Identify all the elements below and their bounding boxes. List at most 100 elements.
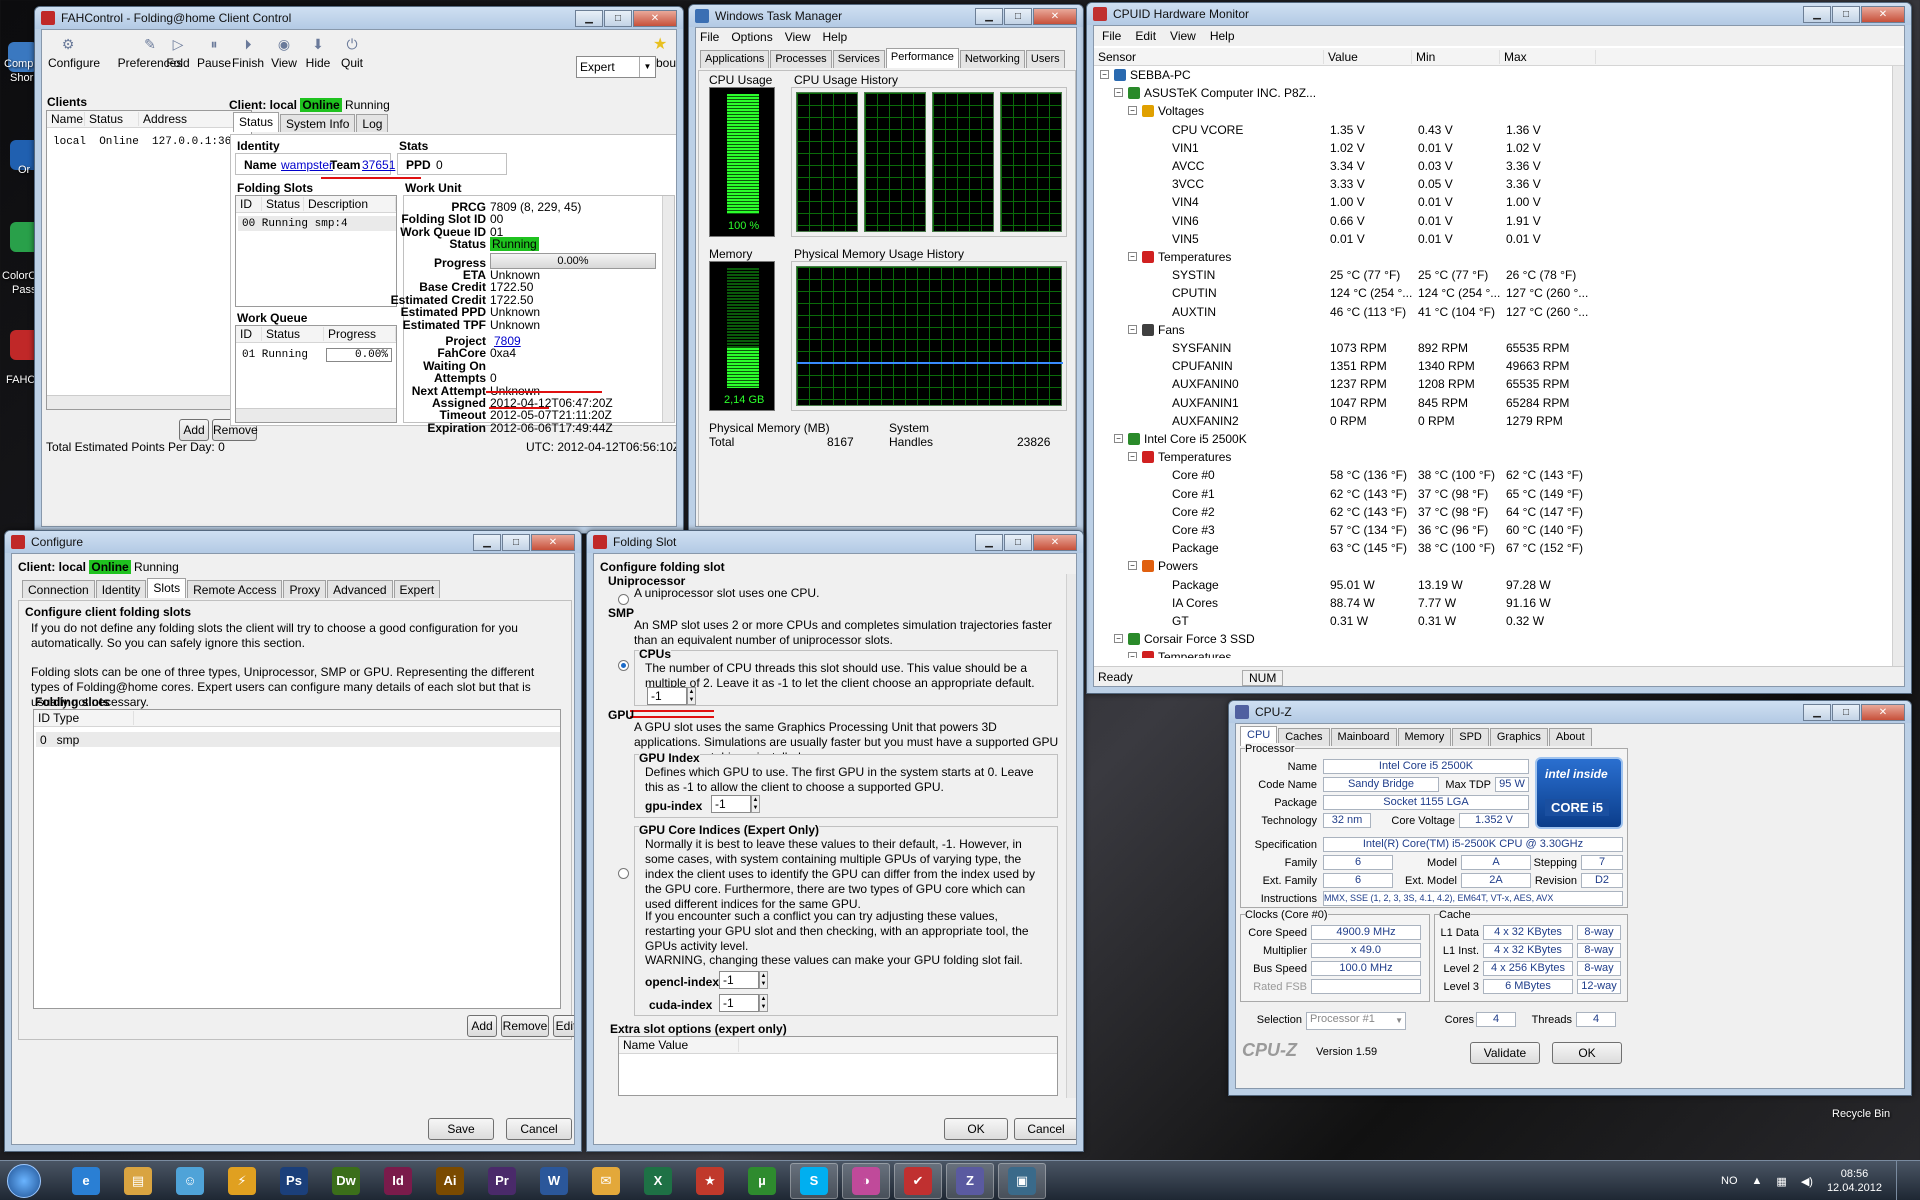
maximize-button[interactable]: □ bbox=[1004, 533, 1032, 551]
taskbar-app-utorrent[interactable]: µ bbox=[738, 1163, 786, 1199]
col-description[interactable]: Description bbox=[304, 197, 396, 211]
tab-spd[interactable]: SPD bbox=[1452, 728, 1489, 746]
folding-slots-list[interactable]: ID Status Description 00 Running smp:4 bbox=[235, 195, 397, 307]
client-row[interactable]: local Online 127.0.0.1:36330 bbox=[49, 134, 251, 149]
sensor-row[interactable]: − Temperatures bbox=[1094, 650, 1874, 658]
taskbar-app-paint[interactable]: ◑ bbox=[842, 1162, 890, 1199]
folding-slots-list[interactable]: ID Type 0 smp bbox=[33, 709, 561, 1009]
menu-file[interactable]: File bbox=[1102, 29, 1121, 43]
col-id-type[interactable]: ID Type bbox=[34, 711, 134, 725]
col-progress[interactable]: Progress bbox=[324, 327, 396, 341]
queue-row[interactable]: 01 Running 0.00% bbox=[238, 347, 392, 362]
processor-select[interactable]: Processor #1 ▼ bbox=[1306, 1012, 1406, 1030]
tab-networking[interactable]: Networking bbox=[959, 50, 1025, 68]
extra-options-list[interactable]: Name Value bbox=[618, 1036, 1058, 1096]
tab-about[interactable]: About bbox=[1548, 728, 1592, 746]
maximize-button[interactable]: □ bbox=[502, 533, 530, 551]
sensor-row[interactable]: − Temperatures bbox=[1094, 450, 1874, 468]
taskbar-app-illustrator[interactable]: Ai bbox=[426, 1163, 474, 1199]
taskbar-app-winamp[interactable]: ⚡ bbox=[218, 1163, 266, 1199]
expand-toggle-icon[interactable]: − bbox=[1128, 252, 1137, 261]
taskbar-app-skype[interactable]: S bbox=[790, 1162, 838, 1199]
add-client-button[interactable]: Add bbox=[179, 419, 209, 441]
sensor-row[interactable]: GT 0.31 W 0.31 W 0.32 W bbox=[1094, 614, 1874, 632]
taskbar-app-indesign[interactable]: Id bbox=[374, 1163, 422, 1199]
sensor-row[interactable]: AUXFANIN1 1047 RPM 845 RPM 65284 RPM bbox=[1094, 396, 1874, 414]
taskbar-app-messenger[interactable]: ☺ bbox=[166, 1163, 214, 1199]
col-status[interactable]: Status bbox=[85, 112, 139, 126]
vertical-scrollbar[interactable] bbox=[1892, 66, 1904, 666]
show-desktop-button[interactable] bbox=[1896, 1161, 1908, 1200]
name-link[interactable]: wampster bbox=[281, 158, 333, 172]
sensor-row[interactable]: CPUFANIN 1351 RPM 1340 RPM 49663 RPM bbox=[1094, 359, 1874, 377]
sensor-row[interactable]: Core #1 62 °C (143 °F) 37 °C (98 °F) 65 °C … bbox=[1094, 487, 1874, 505]
cuda-index-input[interactable]: -1 bbox=[719, 994, 759, 1012]
taskbar-app-outlook[interactable]: ✉ bbox=[582, 1163, 630, 1199]
horizontal-scrollbar[interactable] bbox=[47, 395, 251, 409]
tab-log[interactable]: Log bbox=[356, 114, 389, 132]
cancel-button[interactable]: Cancel bbox=[1014, 1118, 1076, 1140]
menu-view[interactable]: View bbox=[1170, 29, 1196, 43]
taskbar-app-cpuz[interactable]: Z bbox=[946, 1162, 994, 1199]
menu-options[interactable]: Options bbox=[731, 30, 772, 44]
toolbar-finish-button[interactable]: ⏵ Finish bbox=[228, 36, 268, 70]
expand-toggle-icon[interactable]: − bbox=[1100, 70, 1109, 79]
col-max[interactable]: Max bbox=[1500, 49, 1596, 64]
clock[interactable]: 08:56 12.04.2012 bbox=[1827, 1167, 1882, 1195]
sensor-row[interactable]: − SEBBA-PC bbox=[1094, 68, 1874, 86]
sensor-row[interactable]: Core #2 62 °C (143 °F) 37 °C (98 °F) 64 °C … bbox=[1094, 505, 1874, 523]
ok-button[interactable]: OK bbox=[944, 1118, 1008, 1140]
taskbar-app-ie[interactable]: e bbox=[62, 1163, 110, 1199]
tab-users[interactable]: Users bbox=[1025, 50, 1065, 68]
toolbar-configure-button[interactable]: ⚙ Configure bbox=[48, 36, 100, 70]
close-button[interactable]: ✕ bbox=[1861, 703, 1905, 721]
sensor-row[interactable]: − Intel Core i5 2500K bbox=[1094, 432, 1874, 450]
taskbar-app-fahcontrol[interactable]: ✔ bbox=[894, 1162, 942, 1199]
validate-button[interactable]: Validate bbox=[1470, 1042, 1540, 1064]
sensor-row[interactable]: VIN4 1.00 V 0.01 V 1.00 V bbox=[1094, 195, 1874, 213]
col-sensor[interactable]: Sensor bbox=[1094, 49, 1324, 64]
sensor-row[interactable]: VIN5 0.01 V 0.01 V 0.01 V bbox=[1094, 232, 1874, 250]
col-name-value[interactable]: Name Value bbox=[619, 1038, 739, 1052]
sensor-row[interactable]: − Temperatures bbox=[1094, 250, 1874, 268]
uniprocessor-radio[interactable] bbox=[618, 594, 629, 605]
close-button[interactable]: ✕ bbox=[1033, 533, 1077, 551]
taskbar-app-photoshop[interactable]: Ps bbox=[270, 1163, 318, 1199]
tab-graphics[interactable]: Graphics bbox=[1489, 728, 1548, 746]
tab-slots[interactable]: Slots bbox=[147, 578, 187, 598]
taskbar-app-poker[interactable]: ★ bbox=[686, 1163, 734, 1199]
vertical-scrollbar[interactable] bbox=[662, 196, 674, 422]
cancel-button[interactable]: Cancel bbox=[506, 1118, 572, 1140]
chevron-down-icon[interactable]: ▼ bbox=[639, 57, 655, 77]
cpus-input[interactable]: -1 bbox=[647, 687, 687, 705]
smp-radio[interactable] bbox=[618, 660, 629, 671]
expand-toggle-icon[interactable]: − bbox=[1114, 634, 1123, 644]
expand-toggle-icon[interactable]: − bbox=[1128, 106, 1137, 116]
cuda-index-spinner[interactable]: ▲ ▼ bbox=[759, 994, 768, 1012]
sensor-row[interactable]: Core #0 58 °C (136 °F) 38 °C (100 °F) 62 °C… bbox=[1094, 468, 1874, 486]
sensor-row[interactable]: AVCC 3.34 V 0.03 V 3.36 V bbox=[1094, 159, 1874, 177]
close-button[interactable]: ✕ bbox=[531, 533, 575, 551]
sensor-row[interactable]: SYSTIN 25 °C (77 °F) 25 °C (77 °F) 26 °C (7… bbox=[1094, 268, 1874, 286]
minimize-button[interactable]: ▁ bbox=[975, 7, 1003, 25]
volume-icon[interactable]: ◀) bbox=[1801, 1175, 1813, 1188]
tab-advanced[interactable]: Advanced bbox=[327, 580, 393, 598]
expand-toggle-icon[interactable]: − bbox=[1114, 434, 1123, 443]
start-button[interactable] bbox=[0, 1161, 48, 1200]
minimize-button[interactable]: ▁ bbox=[1803, 5, 1831, 23]
menu-edit[interactable]: Edit bbox=[1135, 29, 1156, 43]
maximize-button[interactable]: □ bbox=[1832, 703, 1860, 721]
cpus-spinner[interactable]: ▲ ▼ bbox=[687, 687, 696, 705]
tab-mainboard[interactable]: Mainboard bbox=[1330, 728, 1397, 746]
col-value[interactable]: Value bbox=[1324, 49, 1412, 64]
taskbar-app-dreamweaver[interactable]: Dw bbox=[322, 1163, 370, 1199]
horizontal-scrollbar[interactable] bbox=[236, 408, 396, 422]
sensor-row[interactable]: − Fans bbox=[1094, 323, 1874, 341]
col-id[interactable]: ID bbox=[236, 197, 262, 211]
sensor-row[interactable]: VIN6 0.66 V 0.01 V 1.91 V bbox=[1094, 214, 1874, 232]
ok-button[interactable]: OK bbox=[1552, 1042, 1622, 1064]
sensor-row[interactable]: Core #3 57 °C (134 °F) 36 °C (96 °F) 60 °C … bbox=[1094, 523, 1874, 541]
gpu-index-spinner[interactable]: ▲ ▼ bbox=[751, 795, 760, 813]
gpu-index-input[interactable]: -1 bbox=[711, 795, 751, 813]
minimize-button[interactable]: ▁ bbox=[575, 9, 603, 27]
